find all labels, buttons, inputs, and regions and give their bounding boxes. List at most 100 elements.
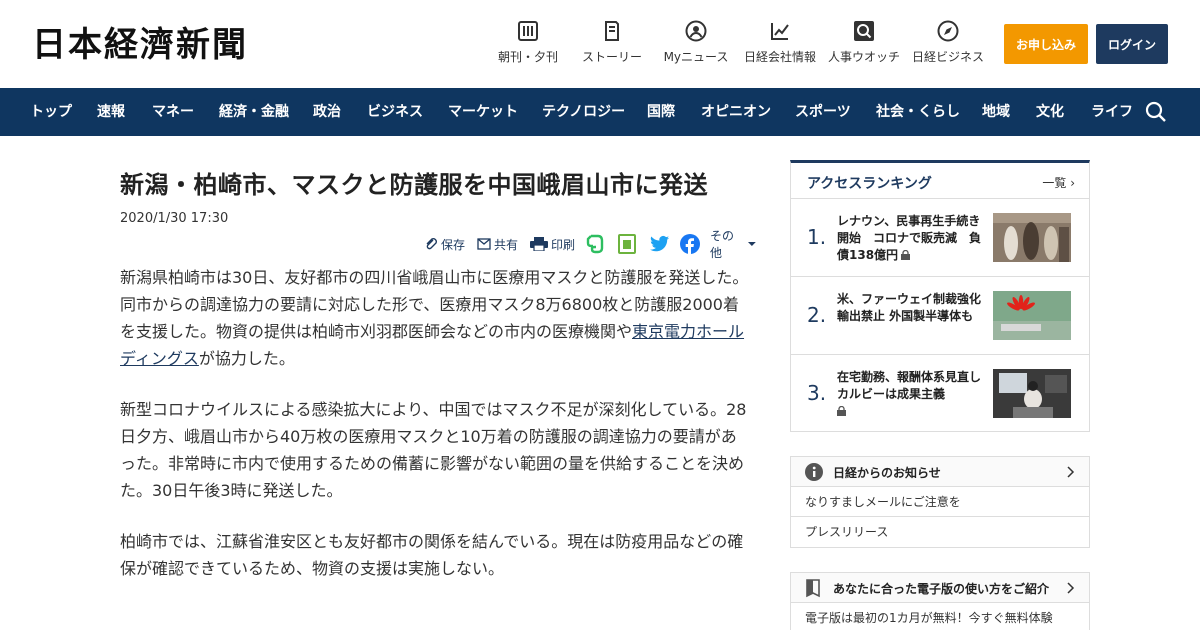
nav-tab-breaking[interactable]: 速報 [97,88,125,136]
nav-tab-sports[interactable]: スポーツ [795,88,851,136]
ranking-header: アクセスランキング 一覧 › [791,163,1089,199]
nav-tab-region[interactable]: 地域 [982,88,1010,136]
main-navbar: トップ 速報 マネー 経済・金融 政治 ビジネス マーケット テクノロジー 国際… [0,88,1200,136]
subscribe-button[interactable]: お申し込み [1004,24,1088,64]
nav-tab-market[interactable]: マーケット [448,88,518,136]
lock-icon [901,250,911,260]
nav-personnel-watch[interactable]: 人事ウオッチ [824,20,904,65]
info-icon [805,463,823,481]
guide-header[interactable]: あなたに合った電子版の使い方をご紹介 [791,573,1089,603]
ranking-number: 3. [807,381,827,405]
chevron-right-icon: › [1070,176,1075,190]
nav-tab-culture[interactable]: 文化 [1036,88,1064,136]
nav-label: 朝刊・夕刊 [497,50,558,64]
print-label: 印刷 [551,237,576,252]
ranking-number: 1. [807,225,827,249]
notice-item[interactable]: なりすましメールにご注意を [791,487,1089,517]
nav-tab-opinion[interactable]: オピニオン [701,88,771,136]
caret-down-icon [748,242,757,246]
nav-tab-technology[interactable]: テクノロジー [542,88,625,136]
save-button[interactable]: 保存 [424,232,465,256]
ranking-item[interactable]: 1. レナウン、民事再生手続き開始 コロナで販売減 負債138億円 [791,199,1089,277]
notice-header[interactable]: 日経からのお知らせ [791,457,1089,487]
site-logo[interactable]: 日本経濟新聞 [32,26,248,64]
compass-icon [937,20,959,42]
article: 新潟・柏崎市、マスクと防護服を中国峨眉山市に発送 2020/1/30 17:30… [120,160,760,578]
more-button[interactable]: その他 [710,229,760,260]
more-label: その他 [710,229,735,260]
article-toolbar: 保存 共有 印刷 その他 [120,229,760,260]
ranking-number: 2. [807,303,827,327]
ranking-item[interactable]: 3. 在宅勤務、報酬体系見直し カルビーは成果主義 [791,355,1089,433]
memo-icon [618,234,636,254]
nav-tab-economy[interactable]: 経済・金融 [219,88,289,136]
search-icon[interactable] [1145,101,1167,123]
ranking-headline: レナウン、民事再生手続き開始 コロナで販売減 負債138億円 [837,213,985,264]
huawei-thumbnail [993,291,1071,340]
notice-item[interactable]: プレスリリース [791,517,1089,547]
paragraph-text: が協力した。 [198,349,295,368]
mail-icon [477,238,491,250]
nav-label: 日経会社情報 [743,50,816,64]
login-button[interactable]: ログイン [1096,24,1168,64]
people-search-icon [854,21,874,41]
save-label: 保存 [441,237,466,252]
nav-nikkei-business[interactable]: 日経ビジネス [908,20,988,65]
nav-label: 人事ウオッチ [827,50,900,64]
print-button[interactable]: 印刷 [530,232,575,256]
user-icon [685,20,707,42]
nav-tab-top[interactable]: トップ [30,88,72,136]
twitter-button[interactable] [650,232,673,256]
ranking-more-link[interactable]: 一覧 › [1042,174,1075,191]
clip-icon [426,238,437,250]
nav-tab-society[interactable]: 社会・くらし [876,88,960,136]
article-paragraph: 柏崎市では、江蘇省淮安区とも友好都市の関係を結んでいる。現在は防疫用品などの確保… [120,532,744,578]
guide-item[interactable]: 電子版は最初の1カ月が無料！今すぐ無料体験 [791,603,1089,630]
nav-tab-international[interactable]: 国際 [647,88,675,136]
facebook-button[interactable] [680,232,703,256]
access-ranking: アクセスランキング 一覧 › 1. レナウン、民事再生手続き開始 コロナで販売減… [790,160,1090,432]
article-date: 2020/1/30 17:30 [120,211,229,226]
chart-icon [771,23,789,40]
remote-work-thumbnail [993,369,1071,418]
facebook-icon [680,234,700,254]
chevron-right-icon [1067,466,1075,478]
chevron-right-icon [1067,582,1075,594]
nav-tab-business[interactable]: ビジネス [367,88,423,136]
bookmark-shield-icon [806,579,820,598]
article-title: 新潟・柏崎市、マスクと防護服を中国峨眉山市に発送 [120,171,708,199]
nav-label: ストーリー [581,50,642,64]
digital-guide: あなたに合った電子版の使い方をご紹介 電子版は最初の1カ月が無料！今すぐ無料体験 [790,572,1090,630]
nav-story[interactable]: ストーリー [572,20,652,65]
twitter-icon [650,235,670,252]
article-paragraph: 新型コロナウイルスによる感染拡大により、中国ではマスク不足が深刻化している。28… [120,400,747,500]
ranking-headline: 在宅勤務、報酬体系見直し カルビーは成果主義 [837,369,993,420]
ranking-item[interactable]: 2. 米、ファーウェイ制裁強化 輸出禁止 外国製半導体も [791,277,1089,355]
article-paragraph: 新潟県柏崎市は30日、友好都市の四川省峨眉山市に医療用マスクと防護服を発送した。… [120,264,750,372]
nikkei-notice: 日経からのお知らせ なりすましメールにご注意を プレスリリース [790,456,1090,548]
notice-title: 日経からのお知らせ [833,466,941,480]
ranking-title: アクセスランキング [807,176,932,192]
nav-tab-life[interactable]: ライフ [1091,88,1133,136]
evernote-button[interactable] [586,232,607,256]
ranking-more-label: 一覧 [1042,176,1067,190]
lock-icon [837,406,846,416]
ranking-headline-text: 在宅勤務、報酬体系見直し カルビーは成果主義 [837,370,994,401]
memo-button[interactable] [618,232,639,256]
nav-my-news[interactable]: Myニュース [656,20,736,65]
story-icon [605,21,619,41]
nav-label: 日経ビジネス [911,50,984,64]
newspaper-icon [518,21,538,41]
ranking-headline: 米、ファーウェイ制裁強化 輸出禁止 外国製半導体も [837,292,994,323]
nav-morning-evening[interactable]: 朝刊・夕刊 [488,20,568,65]
printer-icon [530,237,548,251]
article-body: 新潟県柏崎市は30日、友好都市の四川省峨眉山市に医療用マスクと防護服を発送した。… [120,264,750,606]
fashion-store-thumbnail [993,213,1071,262]
share-button[interactable]: 共有 [477,232,518,256]
evernote-icon [586,234,604,254]
nav-label: Myニュース [663,50,729,64]
share-label: 共有 [494,237,519,252]
nav-tab-politics[interactable]: 政治 [313,88,341,136]
nav-tab-money[interactable]: マネー [152,88,194,136]
nav-company-info[interactable]: 日経会社情報 [740,20,820,65]
